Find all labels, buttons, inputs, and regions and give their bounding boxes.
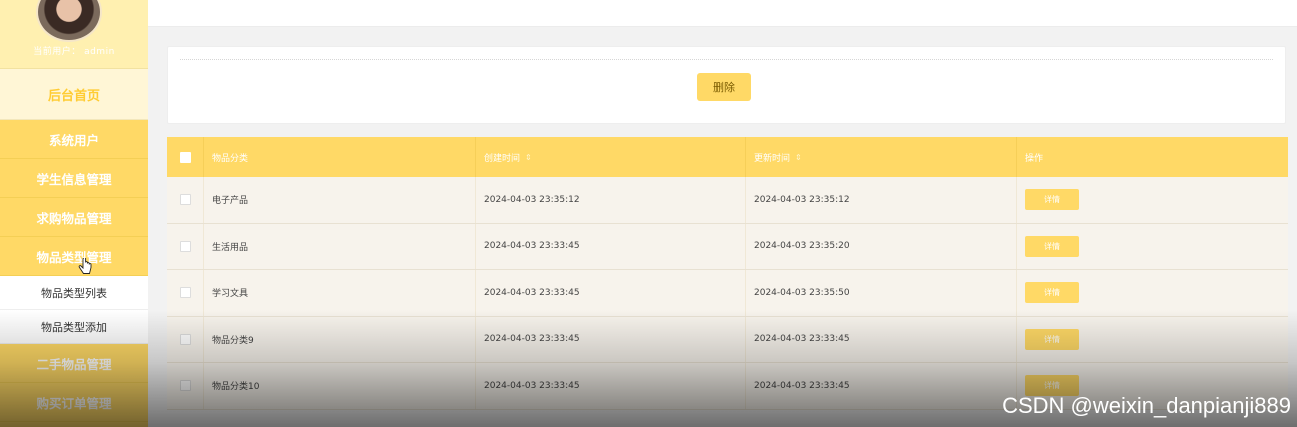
watermark: CSDN @weixin_danpianji889 <box>1002 393 1291 418</box>
cell-updated: 2024-04-03 23:33:45 <box>746 316 1017 362</box>
detail-button[interactable]: 详情 <box>1025 235 1079 257</box>
delete-button[interactable]: 删除 <box>697 73 751 101</box>
cell-category: 学习文具 <box>204 270 476 316</box>
table-row: 物品分类9 2024-04-03 23:33:45 2024-04-03 23:… <box>167 316 1288 363</box>
current-user-label: 当前用户： admin <box>33 47 115 57</box>
top-header <box>148 0 1297 27</box>
cell-updated: 2024-04-03 23:35:12 <box>746 177 1017 223</box>
table-row: 学习文具 2024-04-03 23:33:45 2024-04-03 23:3… <box>167 270 1288 317</box>
sidebar-subitem-type-add[interactable]: 物品类型添加 <box>0 310 148 344</box>
cell-updated: 2024-04-03 23:33:45 <box>746 363 1017 409</box>
row-checkbox[interactable] <box>179 287 191 299</box>
sidebar-item-item-types[interactable]: 物品类型管理 <box>0 237 148 276</box>
column-header-created[interactable]: 创建时间 ⇕ <box>476 137 746 177</box>
table-row: 生活用品 2024-04-03 23:33:45 2024-04-03 23:3… <box>167 223 1288 270</box>
cell-created: 2024-04-03 23:33:45 <box>476 270 746 316</box>
column-header-actions: 操作 <box>1025 153 1044 164</box>
user-panel: 当前用户： admin <box>0 0 148 69</box>
cell-category: 生活用品 <box>204 223 476 269</box>
sort-icon[interactable]: ⇕ <box>795 153 802 162</box>
sidebar-item-secondhand-items[interactable]: 二手物品管理 <box>0 344 148 383</box>
cell-category: 物品分类10 <box>204 363 476 409</box>
row-checkbox[interactable] <box>179 380 191 392</box>
sidebar-item-home[interactable]: 后台首页 <box>0 69 148 120</box>
item-type-table: 物品分类 创建时间 ⇕ 更新时间 ⇕ 操作 电子产品 2024-04-03 23:3… <box>167 137 1288 410</box>
cell-updated: 2024-04-03 23:35:20 <box>746 223 1017 269</box>
detail-button[interactable]: 详情 <box>1025 282 1079 304</box>
detail-button[interactable]: 详情 <box>1025 189 1079 211</box>
sidebar-item-student-info[interactable]: 学生信息管理 <box>0 159 148 198</box>
action-panel: 删除 <box>167 46 1286 124</box>
cell-created: 2024-04-03 23:33:45 <box>476 363 746 409</box>
avatar[interactable] <box>36 0 102 42</box>
cell-category: 物品分类9 <box>204 316 476 362</box>
row-checkbox[interactable] <box>179 333 191 345</box>
hand-cursor-icon <box>78 258 92 274</box>
table-header-row: 物品分类 创建时间 ⇕ 更新时间 ⇕ 操作 <box>167 137 1288 177</box>
column-header-category: 物品分类 <box>204 137 476 177</box>
sidebar-subitem-type-list[interactable]: 物品类型列表 <box>0 276 148 310</box>
cell-category: 电子产品 <box>204 177 476 223</box>
cell-created: 2024-04-03 23:33:45 <box>476 223 746 269</box>
table-row: 电子产品 2024-04-03 23:35:12 2024-04-03 23:3… <box>167 177 1288 224</box>
select-all-checkbox[interactable] <box>179 151 191 163</box>
detail-button[interactable]: 详情 <box>1025 328 1079 350</box>
sidebar-item-purchase-orders[interactable]: 购买订单管理 <box>0 383 148 422</box>
sidebar-item-system-users[interactable]: 系统用户 <box>0 120 148 159</box>
cell-created: 2024-04-03 23:33:45 <box>476 316 746 362</box>
sort-icon[interactable]: ⇕ <box>525 153 532 162</box>
sidebar: 当前用户： admin 后台首页 系统用户 学生信息管理 求购物品管理 物品类型… <box>0 0 148 427</box>
divider <box>180 59 1273 60</box>
sidebar-item-wanted-items[interactable]: 求购物品管理 <box>0 198 148 237</box>
cell-created: 2024-04-03 23:35:12 <box>476 177 746 223</box>
column-header-updated[interactable]: 更新时间 ⇕ <box>746 137 1017 177</box>
row-checkbox[interactable] <box>179 194 191 206</box>
cell-updated: 2024-04-03 23:35:50 <box>746 270 1017 316</box>
row-checkbox[interactable] <box>179 240 191 252</box>
